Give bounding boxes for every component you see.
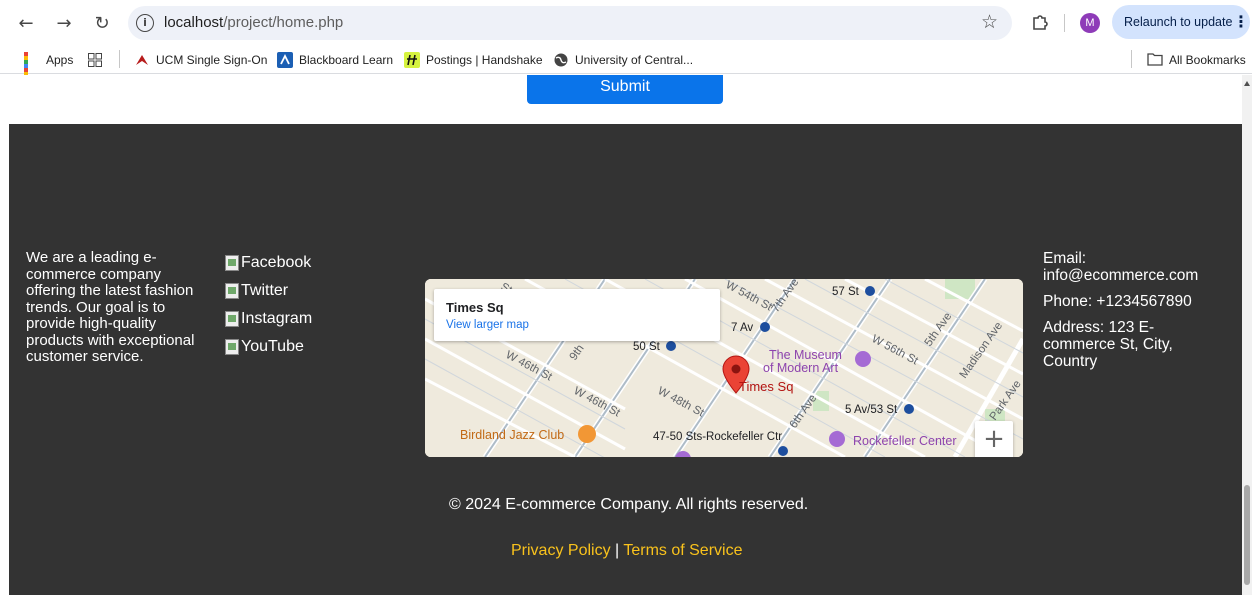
relaunch-button[interactable]: Relaunch to update ⋮ xyxy=(1112,5,1250,39)
map-label: of Modern Art xyxy=(763,361,839,375)
menu-dots-icon[interactable]: ⋮ xyxy=(1233,12,1249,31)
social-link-youtube[interactable]: YouTube xyxy=(225,333,312,361)
all-bookmarks-button[interactable]: All Bookmarks xyxy=(1147,51,1246,69)
metro-icon xyxy=(666,341,676,351)
view-larger-map-link[interactable]: View larger map xyxy=(446,319,529,331)
reload-icon[interactable]: ↻ xyxy=(88,9,116,37)
contact-address: Address: 123 E-commerce St, City, Countr… xyxy=(1043,319,1173,370)
map-label: 47-50 Sts-Rockefeller Ctr xyxy=(653,431,782,443)
handshake-logo-icon xyxy=(404,52,420,68)
folder-icon xyxy=(1147,52,1163,68)
contact-phone: Phone: +1234567890 xyxy=(1043,293,1192,310)
scrollbar-thumb[interactable] xyxy=(1244,485,1250,585)
map-label: 50 St xyxy=(633,341,661,353)
social-link-twitter[interactable]: Twitter xyxy=(225,277,312,305)
broken-image-icon xyxy=(225,255,239,271)
rockefeller-poi-icon xyxy=(829,431,845,447)
globe-icon xyxy=(553,52,569,68)
bookmark-star-icon[interactable]: ☆ xyxy=(981,11,998,33)
social-links: Facebook Twitter Instagram YouTube xyxy=(225,249,312,361)
ucm-logo-icon xyxy=(134,52,150,68)
birdland-poi-icon xyxy=(578,425,596,443)
tab-groups-icon[interactable] xyxy=(88,51,102,69)
privacy-policy-link[interactable]: Privacy Policy xyxy=(511,542,611,559)
blackboard-logo-icon xyxy=(277,52,293,68)
map-label: 5 Av/53 St xyxy=(845,404,898,416)
metro-icon xyxy=(904,404,914,414)
toolbar-divider xyxy=(1064,14,1065,32)
relaunch-label: Relaunch to update xyxy=(1124,15,1233,29)
bookmarks-divider xyxy=(1131,50,1132,68)
bookmark-ucm[interactable]: UCM Single Sign-On xyxy=(134,51,267,69)
social-link-instagram[interactable]: Instagram xyxy=(225,305,312,333)
metro-icon xyxy=(778,446,788,456)
map-place-title: Times Sq xyxy=(446,300,504,315)
url-text[interactable]: localhost/project/home.php xyxy=(164,14,343,31)
page-scrollbar[interactable] xyxy=(1242,75,1252,595)
broken-image-icon xyxy=(225,283,239,299)
bookmark-handshake[interactable]: Postings | Handshake xyxy=(404,51,543,69)
profile-avatar[interactable]: M xyxy=(1080,13,1100,33)
site-info-icon[interactable]: i xyxy=(136,14,154,32)
map-label: 7 Av xyxy=(731,322,753,334)
about-text: We are a leading e-commerce company offe… xyxy=(26,249,195,365)
bookmark-blackboard[interactable]: Blackboard Learn xyxy=(277,51,393,69)
bookmark-apps[interactable]: Apps xyxy=(24,51,73,88)
embedded-map[interactable]: W 54th St 7th Ave W 56th St 5th Ave Madi… xyxy=(425,279,1023,457)
copyright-text: © 2024 E-commerce Company. All rights re… xyxy=(449,496,809,513)
bookmarks-divider xyxy=(119,50,120,68)
address-bar[interactable]: i localhost/project/home.php ☆ xyxy=(128,6,1012,40)
apps-grid-icon xyxy=(24,52,40,88)
back-arrow-icon[interactable]: ← xyxy=(12,9,40,37)
forward-arrow-icon[interactable]: → xyxy=(50,9,78,37)
site-footer: We are a leading e-commerce company offe… xyxy=(9,124,1242,595)
footer-links: Privacy Policy | Terms of Service xyxy=(511,542,742,560)
submit-button[interactable]: Submit xyxy=(527,75,723,104)
scroll-up-arrow-icon[interactable] xyxy=(1244,81,1250,86)
browser-toolbar: ← → ↻ i localhost/project/home.php ☆ M R… xyxy=(0,0,1252,46)
extensions-puzzle-icon[interactable] xyxy=(1030,12,1050,32)
map-label: Birdland Jazz Club xyxy=(460,428,564,442)
link-separator: | xyxy=(615,542,620,559)
museum-poi-icon xyxy=(855,351,871,367)
map-label: The Museum xyxy=(769,348,842,362)
contact-info: Email: info@ecommerce.com Phone: +123456… xyxy=(1043,250,1223,379)
map-label: 57 St xyxy=(832,286,860,298)
map-label: Times Sq xyxy=(739,379,793,394)
social-link-facebook[interactable]: Facebook xyxy=(225,249,312,277)
bookmark-university[interactable]: University of Central... xyxy=(553,51,693,69)
map-label: Rockefeller Center xyxy=(853,434,957,448)
bookmarks-bar: Apps UCM Single Sign-On Blackboard Learn… xyxy=(0,46,1252,88)
metro-icon xyxy=(760,322,770,332)
terms-of-service-link[interactable]: Terms of Service xyxy=(623,542,742,559)
metro-icon xyxy=(865,286,875,296)
map-info-card: Times Sq View larger map xyxy=(434,289,720,341)
map-zoom-in-button[interactable]: + xyxy=(975,421,1013,457)
page-viewport: Submit We are a leading e-commerce compa… xyxy=(0,75,1242,595)
broken-image-icon xyxy=(225,339,239,355)
broken-image-icon xyxy=(225,311,239,327)
contact-email: Email: info@ecommerce.com xyxy=(1043,250,1199,284)
